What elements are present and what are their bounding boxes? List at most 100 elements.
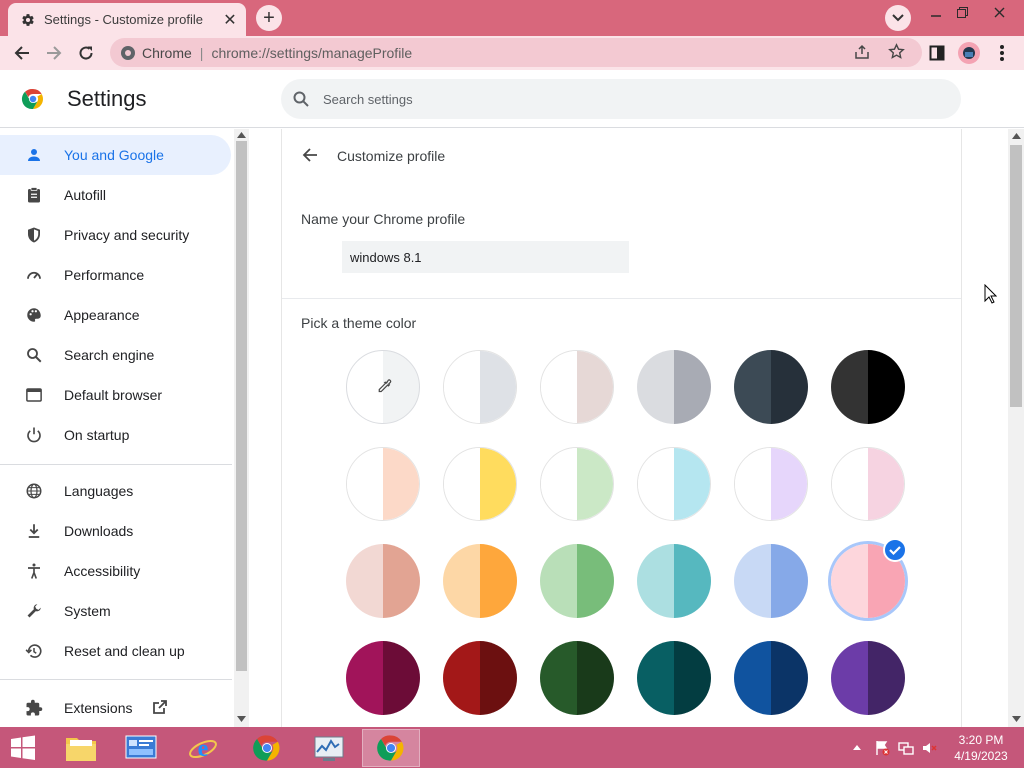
- scroll-up-arrow-icon[interactable]: [237, 132, 246, 138]
- theme-color-swatch[interactable]: [734, 641, 808, 715]
- sidebar-item-languages[interactable]: Languages: [0, 471, 231, 511]
- sidebar-item-label: Search engine: [64, 347, 155, 363]
- swatch-right-half: [383, 448, 419, 520]
- tab-title: Settings - Customize profile: [44, 12, 203, 27]
- sidebar-item-reset[interactable]: Reset and clean up: [0, 631, 231, 671]
- profile-name-input[interactable]: [342, 241, 629, 273]
- sidebar-item-extensions[interactable]: Extensions: [0, 688, 231, 727]
- theme-color-swatch[interactable]: [831, 350, 905, 424]
- back-arrow-icon[interactable]: [300, 145, 320, 165]
- sidebar-item-autofill[interactable]: Autofill: [0, 175, 231, 215]
- custom-color-swatch[interactable]: [346, 350, 420, 424]
- theme-color-swatch[interactable]: [443, 544, 517, 618]
- restore-button[interactable]: [947, 3, 977, 21]
- history-reset-icon: [24, 641, 44, 661]
- share-icon[interactable]: [854, 44, 870, 63]
- swatch-left-half: [734, 544, 771, 618]
- action-center-icon[interactable]: [872, 727, 892, 768]
- swatch-left-half: [443, 544, 480, 618]
- taskbar-control-panel[interactable]: [112, 729, 170, 767]
- sidebar-item-label: On startup: [64, 427, 130, 443]
- side-panel-button[interactable]: [923, 39, 951, 67]
- swatch-right-half: [383, 544, 420, 618]
- selected-check-icon: [883, 538, 907, 562]
- theme-color-swatch[interactable]: [831, 641, 905, 715]
- swatch-left-half: [832, 448, 868, 520]
- taskbar-internet-explorer[interactable]: e: [174, 729, 232, 767]
- theme-color-swatch[interactable]: [346, 447, 420, 521]
- sidebar-item-appearance[interactable]: Appearance: [0, 295, 231, 335]
- minimize-icon: [931, 15, 941, 17]
- taskbar-clock[interactable]: 3:20 PM 4/19/2023: [948, 732, 1014, 764]
- search-icon: [293, 91, 309, 107]
- sidebar-item-search-engine[interactable]: Search engine: [0, 335, 231, 375]
- sidebar-item-on-startup[interactable]: On startup: [0, 415, 231, 455]
- search-input[interactable]: [323, 91, 883, 107]
- sidebar-item-system[interactable]: System: [0, 591, 231, 631]
- sidebar-item-label: You and Google: [64, 147, 164, 163]
- shield-icon: [24, 225, 44, 245]
- sidebar-scrollbar-thumb[interactable]: [236, 141, 247, 671]
- theme-color-swatch[interactable]: [443, 641, 517, 715]
- browser-tab[interactable]: Settings - Customize profile ✕: [8, 3, 246, 36]
- menu-button[interactable]: [988, 39, 1016, 67]
- theme-color-swatch[interactable]: [734, 350, 808, 424]
- sidebar-item-performance[interactable]: Performance: [0, 255, 231, 295]
- back-button[interactable]: [8, 39, 36, 67]
- network-icon[interactable]: [896, 727, 916, 768]
- sidebar-item-privacy[interactable]: Privacy and security: [0, 215, 231, 255]
- theme-color-swatch[interactable]: [346, 641, 420, 715]
- side-panel-icon: [929, 45, 945, 61]
- sidebar-item-downloads[interactable]: Downloads: [0, 511, 231, 551]
- taskbar-chrome[interactable]: [238, 729, 296, 767]
- swatch-left-half: [444, 351, 480, 423]
- profile-button[interactable]: [955, 39, 983, 67]
- theme-color-swatch[interactable]: [734, 447, 808, 521]
- reload-button[interactable]: [72, 39, 100, 67]
- tab-search-button[interactable]: [885, 5, 911, 31]
- theme-color-swatch[interactable]: [637, 350, 711, 424]
- swatch-left-half: [444, 448, 480, 520]
- new-tab-button[interactable]: +: [256, 5, 282, 31]
- sidebar-item-you-and-google[interactable]: You and Google: [0, 135, 231, 175]
- volume-muted-icon[interactable]: [920, 727, 940, 768]
- taskbar-chrome-active[interactable]: [362, 729, 420, 767]
- swatch-left-half: [831, 544, 868, 618]
- theme-color-swatch[interactable]: [734, 544, 808, 618]
- scroll-down-arrow-icon[interactable]: [1012, 716, 1021, 722]
- open-in-new-icon: [152, 699, 168, 718]
- scroll-up-arrow-icon[interactable]: [1012, 133, 1021, 139]
- taskbar-performance-monitor[interactable]: [300, 729, 358, 767]
- search-settings-box[interactable]: [281, 79, 961, 119]
- address-bar[interactable]: Chrome | chrome://settings/manageProfile: [110, 38, 922, 67]
- theme-color-swatch[interactable]: [346, 544, 420, 618]
- swatch-right-half: [383, 641, 420, 715]
- taskbar-file-explorer[interactable]: [52, 729, 110, 767]
- swatch-right-half: [868, 448, 904, 520]
- start-button[interactable]: [0, 729, 46, 767]
- theme-color-swatch[interactable]: [540, 544, 614, 618]
- main-scrollbar-thumb[interactable]: [1010, 145, 1022, 407]
- sidebar-item-default-browser[interactable]: Default browser: [0, 375, 231, 415]
- close-window-button[interactable]: [984, 3, 1014, 21]
- theme-color-swatch[interactable]: [831, 447, 905, 521]
- mouse-cursor-icon: [984, 284, 997, 304]
- scroll-down-arrow-icon[interactable]: [237, 716, 246, 722]
- swatch-left-half: [637, 350, 674, 424]
- close-tab-icon[interactable]: ✕: [222, 12, 238, 29]
- chevron-down-icon: [892, 14, 904, 22]
- theme-color-swatch[interactable]: [540, 641, 614, 715]
- theme-color-swatch[interactable]: [637, 641, 711, 715]
- theme-color-swatch[interactable]: [637, 544, 711, 618]
- theme-color-swatch[interactable]: [540, 447, 614, 521]
- swatch-left-half: [541, 448, 577, 520]
- forward-button[interactable]: [40, 39, 68, 67]
- theme-color-swatch[interactable]: [443, 350, 517, 424]
- show-hidden-icons[interactable]: [850, 727, 864, 768]
- sidebar-item-accessibility[interactable]: Accessibility: [0, 551, 231, 591]
- browser-toolbar: Chrome | chrome://settings/manageProfile: [0, 36, 1024, 70]
- bookmark-star-icon[interactable]: [888, 43, 905, 63]
- theme-color-swatch[interactable]: [637, 447, 711, 521]
- theme-color-swatch[interactable]: [540, 350, 614, 424]
- theme-color-swatch[interactable]: [443, 447, 517, 521]
